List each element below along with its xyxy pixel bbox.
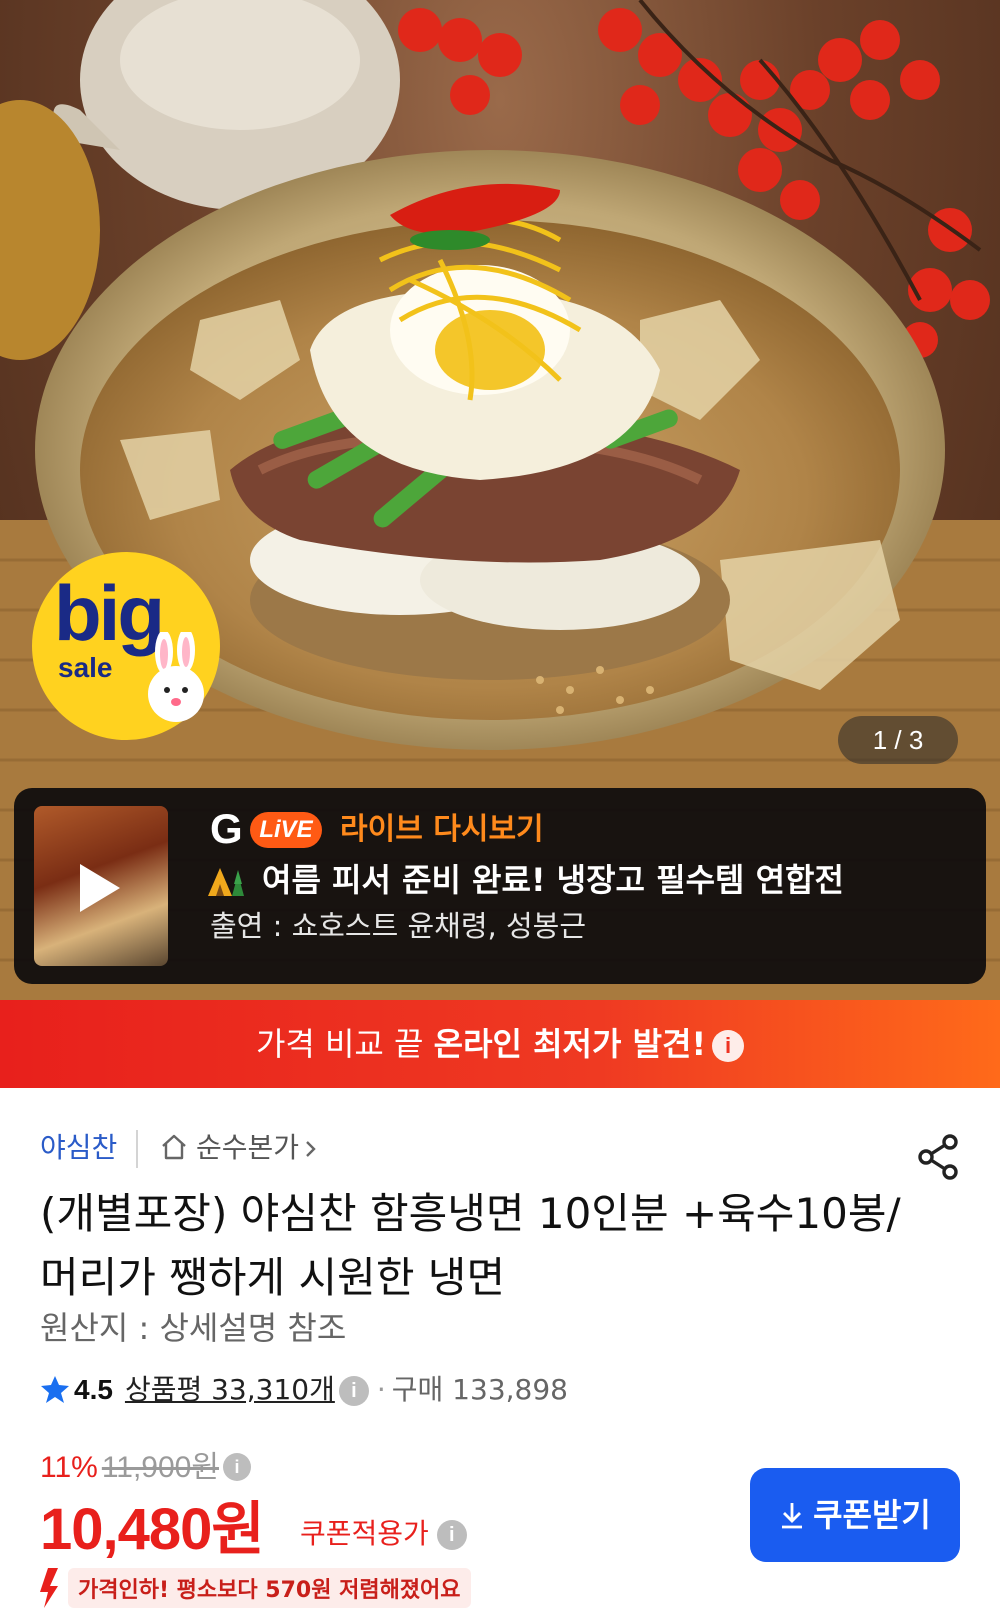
live-badge: LiVE xyxy=(250,812,322,848)
live-title: 여름 피서 준비 완료! 냉장고 필수템 연합전 xyxy=(262,861,844,899)
share-icon[interactable] xyxy=(916,1132,962,1182)
price-drop-notice: 가격인하! 평소보다 570원 저렴해졌어요 xyxy=(36,1566,471,1612)
play-icon[interactable] xyxy=(80,864,120,912)
reviews-link[interactable]: 상품평 33,310개 xyxy=(125,1373,335,1406)
big-sale-badge: big sale xyxy=(32,552,220,740)
discount-row: 11% 11,900원 i xyxy=(40,1448,251,1488)
coupon-note-label: 쿠폰적용가 xyxy=(300,1517,429,1550)
purchase-count: 구매 133,898 xyxy=(391,1373,568,1406)
live-thumbnail[interactable] xyxy=(34,806,168,966)
discount-rate: 11% xyxy=(40,1451,98,1484)
g-logo: G xyxy=(210,805,243,852)
sale-price: 10,480원 xyxy=(40,1497,265,1562)
download-icon xyxy=(782,1503,803,1529)
home-icon xyxy=(162,1134,186,1160)
badge-sale-text: sale xyxy=(58,652,113,683)
original-price: 11,900원 xyxy=(101,1451,219,1484)
coupon-price-note: 쿠폰적용가 i xyxy=(300,1512,467,1556)
price-drop-message: 가격인하! 평소보다 570원 저렴해졌어요 xyxy=(68,1568,471,1608)
star-icon xyxy=(41,1376,69,1403)
rating-score: 4.5 xyxy=(74,1374,113,1405)
get-coupon-button[interactable]: 쿠폰받기 xyxy=(750,1468,960,1562)
brand-link[interactable]: 야심찬 xyxy=(40,1128,117,1168)
info-icon[interactable]: i xyxy=(338,1376,369,1406)
info-icon[interactable]: i xyxy=(712,1030,745,1062)
compare-highlight: 온라인 최저가 발견! xyxy=(433,1025,707,1063)
store-name: 순수본가 xyxy=(196,1131,300,1164)
product-title: (개별포장) 야심찬 함흥냉면 10인분 +육수10봉/ 머리가 쨍하게 시원한… xyxy=(40,1189,901,1302)
info-icon[interactable]: i xyxy=(436,1520,467,1550)
rabbit-icon xyxy=(148,632,204,722)
live-replay-banner[interactable]: G LiVE 라이브 다시보기 여름 피서 준비 완료! 냉장고 필수템 연합전… xyxy=(14,788,986,984)
image-counter: 1 / 3 xyxy=(838,716,958,764)
tent-icon xyxy=(208,868,244,896)
live-cast: 출연 : 쇼호스트 윤채령, 성봉근 xyxy=(210,909,587,943)
live-replay-label[interactable]: 라이브 다시보기 xyxy=(340,810,544,850)
rating-row: 4.5 상품평 33,310개 i · 구매 133,898 xyxy=(40,1368,568,1412)
divider xyxy=(136,1130,138,1168)
info-icon[interactable]: i xyxy=(222,1453,251,1481)
product-origin: 원산지 : 상세설명 참조 xyxy=(40,1309,347,1347)
coupon-button-label: 쿠폰받기 xyxy=(813,1496,931,1534)
separator-dot: · xyxy=(376,1373,386,1406)
chevron-right-icon xyxy=(306,1141,316,1157)
compare-prefix: 가격 비교 끝 xyxy=(255,1025,424,1063)
price-compare-bar[interactable]: 가격 비교 끝 온라인 최저가 발견! i xyxy=(0,1000,1000,1088)
store-link[interactable]: 순수본가 xyxy=(160,1128,319,1168)
